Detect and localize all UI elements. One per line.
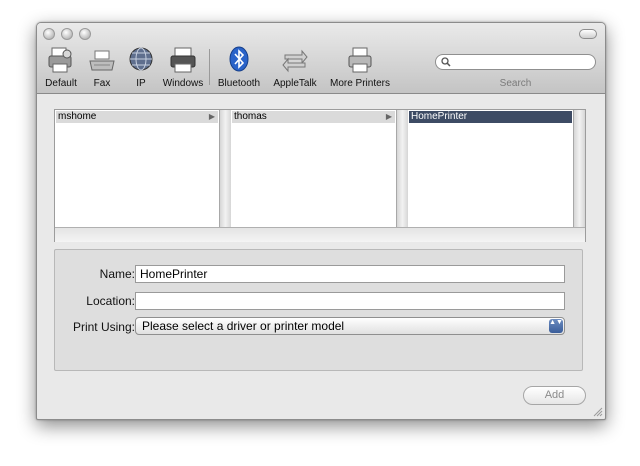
browser-column-1[interactable]: mshome ▶ [55, 110, 219, 227]
search-icon [441, 57, 451, 67]
toolbar-ip-label: IP [136, 78, 146, 89]
location-label: Location: [86, 294, 135, 308]
toolbar-default-label: Default [45, 78, 77, 89]
appletalk-icon [282, 49, 308, 73]
default-printer-icon [48, 47, 72, 73]
more-printers-icon [348, 47, 372, 73]
location-field[interactable] [135, 292, 565, 310]
browser-item-mshome[interactable]: mshome ▶ [56, 111, 218, 123]
toolbar-default[interactable]: Default [41, 45, 81, 91]
add-printer-window: Default Fax IP Windows Bluetooth AppleTa… [36, 22, 606, 420]
fax-icon [89, 50, 115, 71]
toolbar-bluetooth-label: Bluetooth [217, 78, 261, 89]
toolbar-ip[interactable]: IP [127, 45, 155, 91]
toolbar-windows[interactable]: Windows [161, 45, 205, 91]
toolbar-bluetooth[interactable]: Bluetooth [214, 45, 264, 91]
print-using-value: Please select a driver or printer model [142, 319, 345, 333]
windows-printer-icon [170, 47, 196, 73]
browser-column-2-scrollbar[interactable] [396, 110, 408, 227]
disclosure-arrow-icon: ▶ [385, 112, 392, 121]
toolbar-more-printers[interactable]: More Printers [327, 45, 393, 91]
close-button[interactable] [43, 28, 55, 40]
bluetooth-icon [229, 46, 249, 72]
toolbar-toggle-button[interactable] [579, 29, 597, 39]
ip-globe-icon [129, 47, 153, 71]
name-label: Name: [99, 267, 135, 281]
toolbar-more-printers-label: More Printers [329, 78, 390, 89]
toolbar-appletalk[interactable]: AppleTalk [269, 45, 321, 91]
popup-arrows-icon: ▲▼ [549, 319, 563, 333]
disclosure-arrow-icon: ▶ [208, 112, 215, 121]
browser-column-3[interactable]: HomePrinter [408, 110, 573, 227]
toolbar-separator [209, 49, 210, 85]
toolbar-windows-label: Windows [162, 78, 204, 89]
browser-horizontal-scrollbar[interactable] [55, 227, 585, 242]
resize-grip-icon[interactable] [593, 407, 603, 417]
print-using-label: Print Using: [72, 320, 135, 334]
browser-item-homeprinter[interactable]: HomePrinter [409, 111, 572, 123]
toolbar-appletalk-label: AppleTalk [273, 78, 317, 89]
toolbar: Default Fax IP Windows Bluetooth AppleTa… [37, 23, 605, 94]
browser-column-2[interactable]: thomas ▶ [231, 110, 396, 227]
print-using-popup[interactable]: Please select a driver or printer model … [135, 317, 565, 335]
search-field[interactable] [435, 54, 596, 70]
browser-item-label: mshome [58, 111, 97, 122]
add-button[interactable]: Add [523, 386, 586, 405]
zoom-button[interactable] [79, 28, 91, 40]
toolbar-fax-label: Fax [93, 78, 111, 89]
search-label: Search [499, 78, 532, 89]
toolbar-fax[interactable]: Fax [87, 45, 117, 91]
minimize-button[interactable] [61, 28, 73, 40]
browser-item-label: thomas [234, 111, 267, 122]
printer-details-panel: Name: HomePrinter Location: Print Using:… [54, 249, 583, 371]
name-field[interactable]: HomePrinter [135, 265, 565, 283]
browser-column-1-scrollbar[interactable] [219, 110, 231, 227]
browser-column-3-scrollbar[interactable] [573, 110, 585, 227]
browser-item-label: HomePrinter [411, 111, 468, 122]
browser-item-thomas[interactable]: thomas ▶ [232, 111, 395, 123]
printer-browser: mshome ▶ thomas ▶ HomePrinter [54, 109, 586, 242]
